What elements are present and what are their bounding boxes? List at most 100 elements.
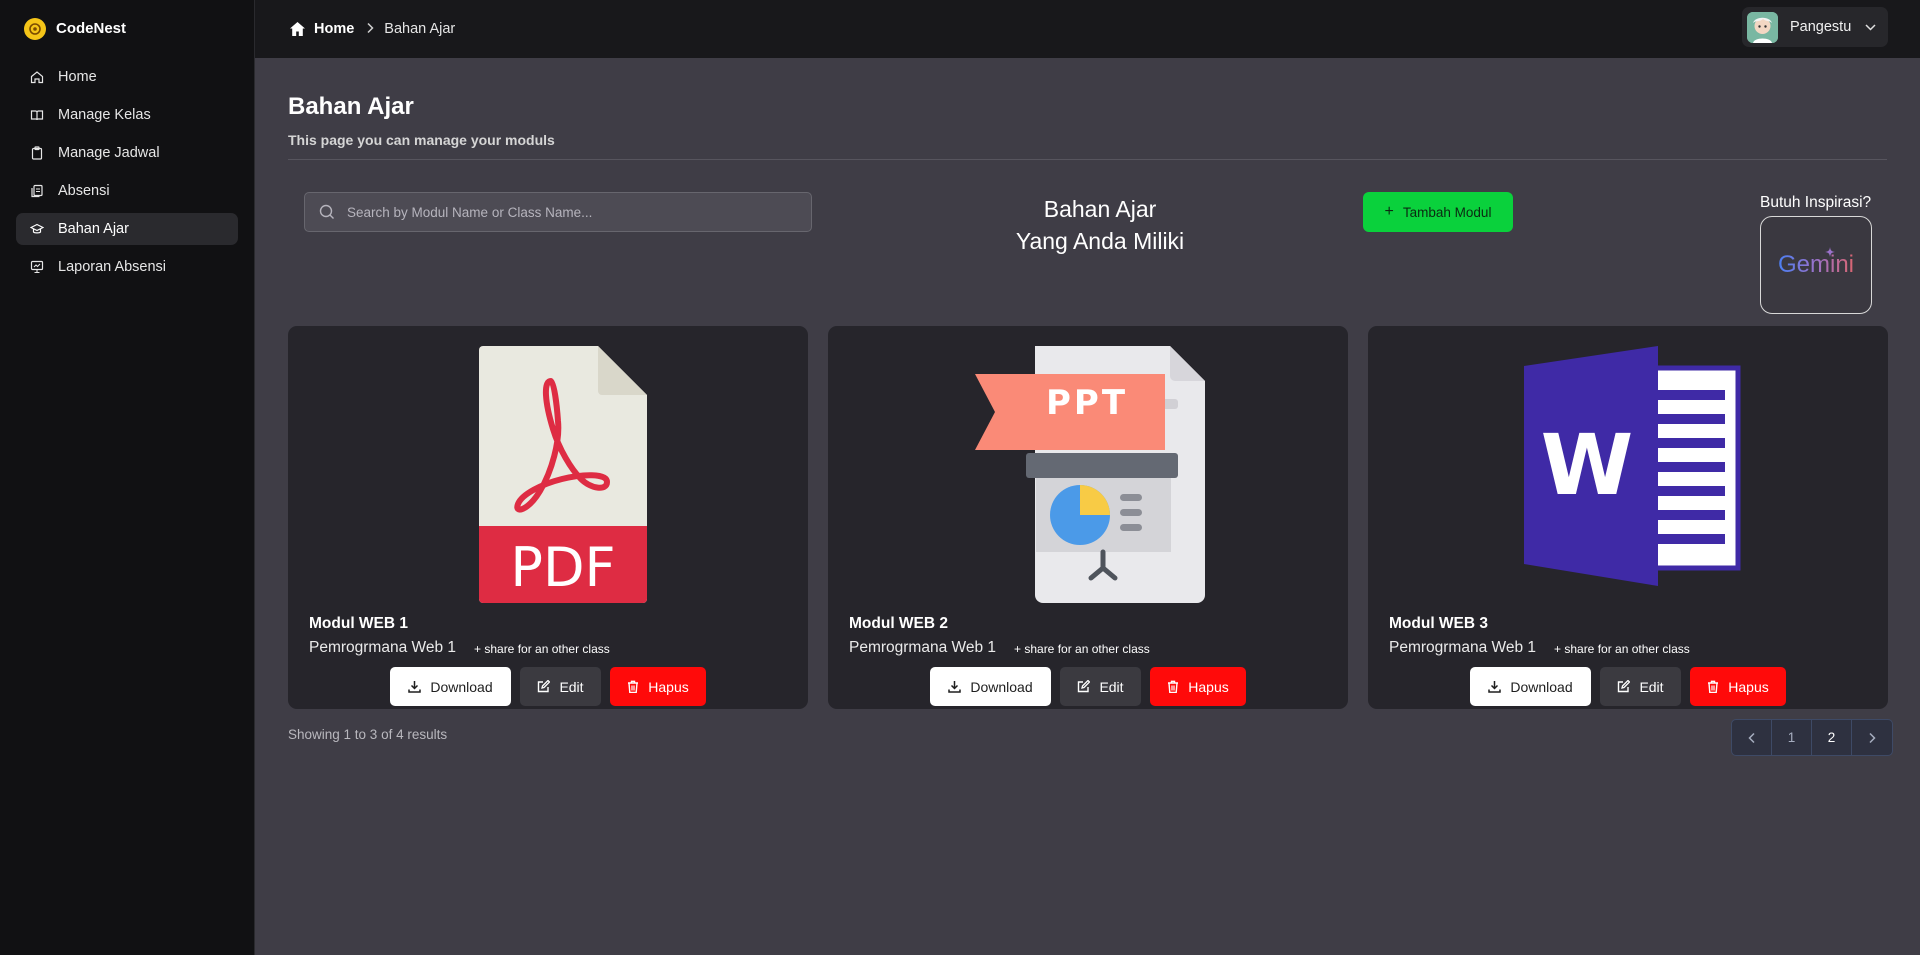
edit-icon	[538, 680, 551, 693]
documents-icon	[30, 184, 44, 198]
breadcrumb: Home Bahan Ajar	[255, 21, 455, 37]
card-title: Modul WEB 3	[1389, 615, 1489, 632]
book-icon	[30, 108, 44, 122]
search-icon	[319, 204, 334, 219]
ppt-file-icon: PPT	[975, 346, 1205, 603]
home-icon	[30, 70, 44, 84]
download-button[interactable]: Download	[930, 667, 1051, 706]
codenest-logo-icon	[24, 17, 46, 40]
add-module-label: Tambah Modul	[1402, 204, 1492, 220]
plus-icon: +	[1384, 203, 1394, 220]
home-icon	[290, 22, 305, 36]
gemini-button[interactable]: Gemini	[1760, 216, 1872, 314]
delete-button[interactable]: Hapus	[1150, 667, 1246, 706]
page-button-1[interactable]: 1	[1772, 720, 1812, 755]
topbar: Home Bahan Ajar Pangestu	[255, 0, 1920, 58]
page-button-2[interactable]: 2	[1812, 720, 1852, 755]
word-label: W	[1541, 416, 1634, 514]
add-module-button[interactable]: + Tambah Modul	[1363, 192, 1513, 232]
sparkle-icon	[1825, 247, 1835, 257]
sidebar-item-label: Laporan Absensi	[58, 259, 167, 275]
share-link[interactable]: + share for an other class	[1554, 642, 1690, 656]
gemini-label: Butuh Inspirasi?	[1760, 194, 1872, 211]
user-menu[interactable]: Pangestu	[1742, 7, 1888, 47]
card-image: W	[1368, 344, 1888, 604]
card-actions: Download Edit Hapus	[1368, 667, 1888, 706]
card-image: PPT	[828, 344, 1348, 604]
search-input[interactable]	[347, 204, 807, 220]
page-subtitle: This page you can manage your moduls	[288, 132, 555, 148]
presentation-icon	[30, 260, 44, 274]
edit-button[interactable]: Edit	[1600, 667, 1681, 706]
main-content: Bahan Ajar This page you can manage your…	[255, 58, 1920, 955]
card-image: PDF	[288, 344, 808, 604]
edit-icon	[1618, 680, 1631, 693]
delete-button[interactable]: Hapus	[610, 667, 706, 706]
trash-icon	[1708, 680, 1719, 693]
card-title: Modul WEB 1	[309, 615, 409, 632]
chevron-down-icon	[1865, 18, 1876, 36]
section-heading-line2: Yang Anda Miliki	[1015, 228, 1185, 254]
download-icon	[948, 681, 962, 693]
chevron-right-icon	[1869, 732, 1876, 743]
download-button[interactable]: Download	[390, 667, 511, 706]
share-link[interactable]: + share for an other class	[474, 642, 610, 656]
sidebar-item-manage-jadwal[interactable]: Manage Jadwal	[16, 137, 238, 169]
card-class-name: Pemrogrmana Web 1	[1389, 639, 1537, 656]
pagination: 1 2	[1731, 719, 1893, 756]
prev-page-button[interactable]	[1732, 720, 1772, 755]
search-box[interactable]	[304, 192, 812, 232]
breadcrumb-current: Bahan Ajar	[384, 21, 456, 37]
delete-button[interactable]: Hapus	[1690, 667, 1786, 706]
pdf-label: PDF	[510, 536, 615, 599]
sidebar-item-label: Home	[58, 69, 97, 85]
gemini-logo: Gemini	[1777, 251, 1855, 278]
card-class-name: Pemrogrmana Web 1	[849, 639, 997, 656]
sidebar-item-label: Absensi	[58, 183, 110, 199]
sidebar-nav: Home Manage Kelas Manage Jadwal Absensi …	[0, 61, 254, 283]
edit-icon	[1078, 680, 1091, 693]
chevron-right-icon	[366, 22, 374, 37]
avatar	[1747, 11, 1778, 43]
trash-icon	[1168, 680, 1179, 693]
next-page-button[interactable]	[1852, 720, 1892, 755]
card-title: Modul WEB 2	[849, 615, 949, 632]
card-actions: Download Edit Hapus	[828, 667, 1348, 706]
brand[interactable]: CodeNest	[0, 0, 254, 57]
page-title: Bahan Ajar	[288, 93, 414, 120]
pdf-file-icon: PDF	[479, 346, 647, 603]
chevron-left-icon	[1747, 732, 1755, 743]
section-heading-line1: Bahan Ajar	[1043, 196, 1157, 222]
module-card: PPT Modul WEB 2 Pemrogrmana Web 1 + shar…	[828, 326, 1348, 709]
sidebar-item-absensi[interactable]: Absensi	[16, 175, 238, 207]
download-icon	[408, 681, 422, 693]
breadcrumb-home[interactable]: Home	[289, 21, 354, 37]
word-file-icon: W	[1524, 346, 1741, 586]
trash-icon	[628, 680, 639, 693]
sidebar: CodeNest Home Manage Kelas Manage Jadwal…	[0, 0, 255, 955]
share-link[interactable]: + share for an other class	[1014, 642, 1150, 656]
sidebar-item-laporan-absensi[interactable]: Laporan Absensi	[16, 251, 238, 283]
clipboard-icon	[30, 146, 44, 160]
divider	[288, 159, 1887, 160]
download-button[interactable]: Download	[1470, 667, 1591, 706]
ppt-label: PPT	[1046, 383, 1128, 423]
results-summary: Showing 1 to 3 of 4 results	[288, 727, 448, 742]
edit-button[interactable]: Edit	[520, 667, 601, 706]
module-card: W Modul WEB 3 Pemrogrmana Web 1 + share …	[1368, 326, 1888, 709]
edit-button[interactable]: Edit	[1060, 667, 1141, 706]
sidebar-item-label: Bahan Ajar	[58, 221, 129, 237]
sidebar-item-label: Manage Jadwal	[58, 145, 160, 161]
sidebar-item-home[interactable]: Home	[16, 61, 238, 93]
module-card: PDF Modul WEB 1 Pemrogrmana Web 1 + shar…	[288, 326, 808, 709]
sidebar-item-manage-kelas[interactable]: Manage Kelas	[16, 99, 238, 131]
user-name: Pangestu	[1790, 19, 1852, 35]
section-heading: Bahan Ajar Yang Anda Miliki	[965, 193, 1235, 257]
brand-name: CodeNest	[56, 20, 127, 37]
card-actions: Download Edit Hapus	[288, 667, 808, 706]
graduation-cap-icon	[30, 222, 44, 236]
download-icon	[1488, 681, 1502, 693]
card-class-name: Pemrogrmana Web 1	[309, 639, 457, 656]
sidebar-item-label: Manage Kelas	[58, 107, 151, 123]
sidebar-item-bahan-ajar[interactable]: Bahan Ajar	[16, 213, 238, 245]
